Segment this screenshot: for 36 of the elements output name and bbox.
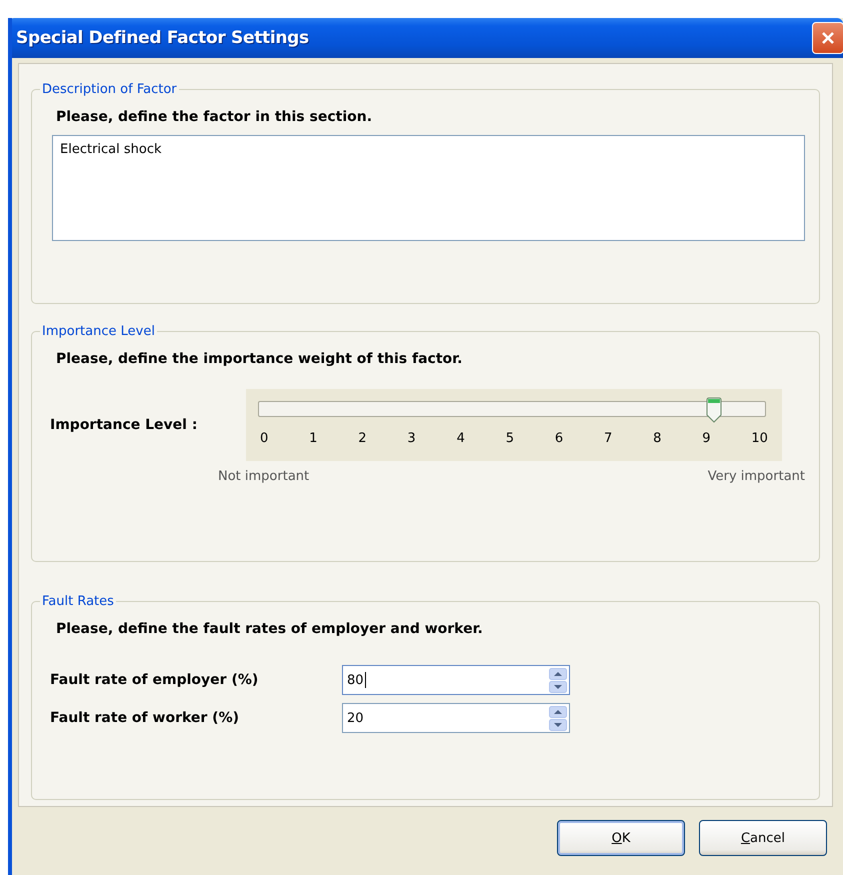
window-title: Special Defined Factor Settings: [16, 28, 309, 48]
description-field[interactable]: Electrical shock: [52, 135, 805, 241]
instruction-text: Please, define the importance weight of this factor.: [56, 351, 464, 367]
tick-label: 8: [653, 431, 662, 446]
tick-label: 6: [554, 431, 564, 446]
ok-button[interactable]: OK: [557, 820, 685, 856]
spin-field[interactable]: 20: [342, 703, 570, 733]
spin-up-button[interactable]: [549, 668, 567, 680]
max-caption: Very important: [708, 469, 805, 484]
tick-label: 0: [260, 431, 268, 446]
close-icon: [820, 30, 836, 46]
slider-label: Importance Level :: [50, 417, 198, 433]
group-legend: Fault Rates: [40, 594, 116, 609]
text-cursor: [364, 672, 366, 688]
tick-label: 4: [456, 431, 465, 446]
tick-label: 9: [702, 431, 711, 446]
tick-label: 1: [309, 431, 318, 446]
tick-label: 2: [358, 431, 367, 446]
tick-label: 5: [506, 431, 514, 446]
field-label: Fault rate of employer (%): [50, 672, 260, 688]
spin-down-button[interactable]: [549, 680, 567, 692]
cancel-button[interactable]: Cancel: [699, 820, 827, 856]
spin-down-button[interactable]: [549, 718, 567, 730]
spin-field[interactable]: 80: [342, 665, 570, 695]
min-caption: Not important: [218, 469, 310, 484]
slider-thumb[interactable]: [705, 397, 724, 423]
close-button[interactable]: [812, 22, 843, 54]
instruction-text: Please, define the factor in this section.: [56, 109, 374, 125]
instruction-text: Please, define the fault rates of employer and worker.: [56, 621, 484, 637]
tick-label: 3: [407, 431, 416, 446]
tick-label: 10: [751, 431, 768, 446]
field-label: Fault rate of worker (%): [50, 710, 240, 726]
group-legend: Description of Factor: [40, 82, 179, 97]
spin-up-button[interactable]: [549, 706, 567, 718]
group-legend: Importance Level: [40, 324, 157, 339]
tick-label: 7: [604, 431, 612, 446]
